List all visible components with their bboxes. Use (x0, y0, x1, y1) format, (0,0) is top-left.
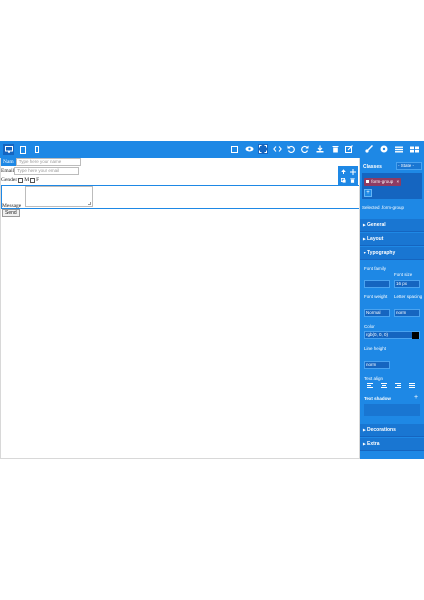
font-size-input[interactable]: 16 px (394, 280, 420, 288)
classes-container: form-group × + (362, 173, 422, 199)
sector-general[interactable]: ▶ General (360, 219, 424, 232)
color-label: Color (364, 324, 375, 329)
gender-label: Gender (1, 177, 18, 183)
text-shadow-list (364, 404, 420, 416)
desktop-icon[interactable] (3, 144, 14, 155)
class-tag-label: form-group (371, 179, 394, 184)
fullscreen-icon[interactable] (258, 144, 268, 154)
code-icon[interactable] (272, 144, 282, 154)
font-family-label: Font family (364, 266, 387, 271)
undo-icon[interactable] (286, 144, 296, 154)
copy-icon[interactable] (340, 177, 347, 184)
square-outline-icon[interactable] (229, 144, 239, 154)
gender-f-checkbox[interactable] (30, 177, 36, 183)
email-label: Email (1, 168, 15, 174)
delete-icon[interactable] (349, 177, 356, 184)
send-button[interactable]: Send (2, 209, 20, 217)
caret-right-icon: ▶ (363, 237, 366, 241)
font-family-select[interactable] (364, 280, 390, 288)
sector-general-label: General (367, 222, 386, 228)
add-shadow-button[interactable]: + (414, 394, 418, 401)
class-tag[interactable]: form-group × (364, 178, 402, 186)
paintbrush-icon[interactable] (364, 144, 374, 154)
edit-icon[interactable] (344, 144, 354, 154)
classes-label: Classes (363, 164, 382, 170)
move-icon[interactable] (349, 168, 356, 175)
resize-handle-icon[interactable] (88, 202, 91, 205)
email-row: Email Type here your email (1, 167, 80, 175)
email-input[interactable]: Type here your email (14, 167, 80, 175)
mobile-icon[interactable] (31, 144, 42, 155)
download-icon[interactable] (315, 144, 325, 154)
message-textarea[interactable] (25, 186, 93, 207)
name-row: Nam Type here your name (1, 158, 81, 166)
tag-close-icon[interactable]: × (397, 179, 400, 184)
sector-typography[interactable]: ▼ Typography (360, 247, 424, 260)
state-select[interactable]: - State - (396, 162, 422, 170)
sector-layout[interactable]: ▶ Layout (360, 233, 424, 246)
gear-icon[interactable] (379, 144, 389, 154)
layers-icon[interactable] (394, 144, 404, 154)
name-input[interactable]: Type here your name (15, 158, 81, 166)
text-shadow-label: Text shadow (364, 396, 391, 401)
top-toolbar (0, 141, 424, 158)
editor-canvas[interactable]: Nam Type here your name Email Type here … (0, 158, 360, 459)
gender-m-label: M (24, 177, 30, 183)
caret-right-icon: ▶ (363, 428, 366, 432)
font-weight-label: Font weight (364, 294, 388, 299)
name-label: Nam (1, 158, 16, 166)
align-left-icon[interactable] (365, 382, 374, 389)
redo-icon[interactable] (300, 144, 310, 154)
line-height-input[interactable]: norm (364, 361, 390, 369)
blocks-icon[interactable] (409, 144, 419, 154)
gender-row: Gender M F (1, 177, 39, 183)
arrow-up-icon[interactable] (340, 168, 347, 175)
align-justify-icon[interactable] (407, 382, 416, 389)
sector-extra-label: Extra (367, 441, 380, 447)
letter-spacing-label: Letter spacing (394, 294, 423, 299)
sector-layout-label: Layout (367, 236, 384, 242)
sector-typography-label: Typography (367, 250, 396, 256)
element-toolbar (338, 166, 358, 185)
caret-right-icon: ▶ (363, 223, 366, 227)
gender-m-checkbox[interactable] (18, 177, 24, 183)
eye-icon[interactable] (244, 144, 254, 154)
editor-app: Nam Type here your name Email Type here … (0, 141, 424, 459)
gender-f-label: F (36, 177, 40, 183)
sector-decorations-label: Decorations (367, 427, 396, 433)
letter-spacing-input[interactable]: norm (394, 309, 420, 317)
font-size-label: Font size (394, 272, 413, 277)
align-right-icon[interactable] (393, 382, 402, 389)
selected-text: Selected .form-group (362, 205, 405, 210)
sector-decorations[interactable]: ▶ Decorations (360, 424, 424, 437)
tag-checkbox-icon[interactable] (366, 180, 369, 184)
font-weight-select[interactable]: Normal (364, 309, 390, 317)
text-align-label: Text align (364, 376, 384, 381)
trash-icon[interactable] (330, 144, 340, 154)
caret-down-icon: ▼ (363, 251, 367, 255)
style-manager-panel: Classes - State - form-group × + Selecte… (360, 158, 424, 459)
sector-extra[interactable]: ▶ Extra (360, 438, 424, 451)
color-swatch[interactable] (412, 332, 419, 339)
line-height-label: Line height (364, 346, 387, 351)
tablet-icon[interactable] (17, 144, 28, 155)
align-center-icon[interactable] (379, 382, 388, 389)
caret-right-icon: ▶ (363, 442, 366, 446)
add-class-button[interactable]: + (364, 189, 372, 197)
